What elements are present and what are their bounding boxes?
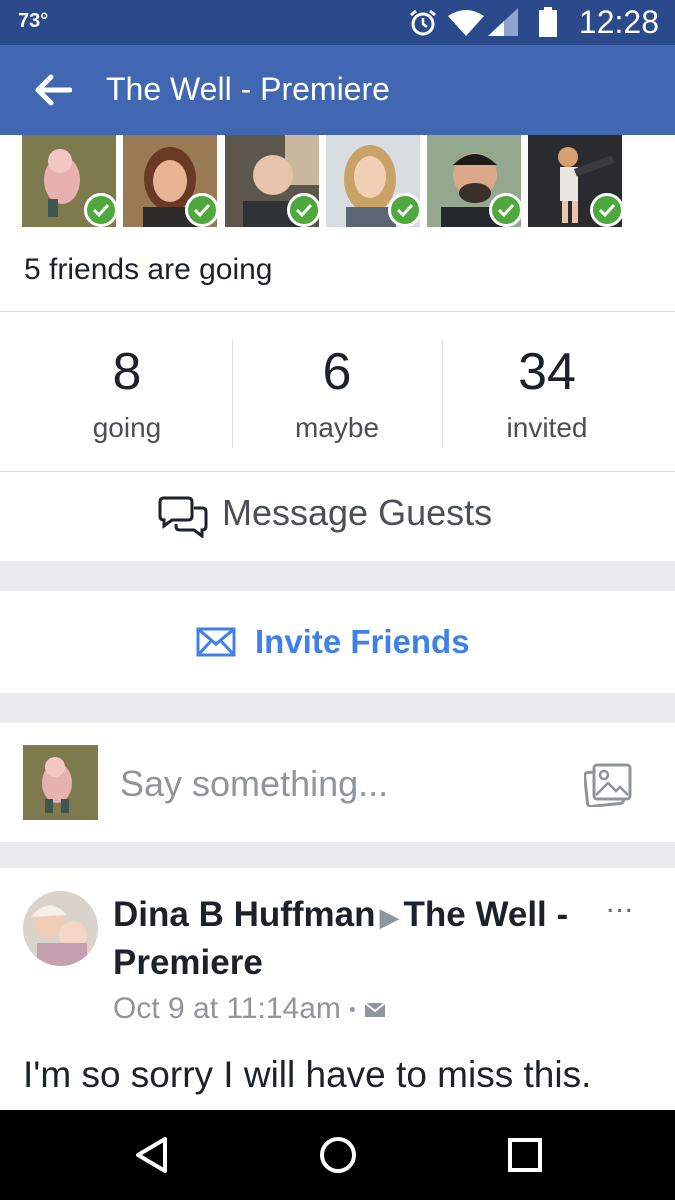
friend-avatar-5[interactable]: [427, 135, 521, 227]
maybe-count: 6: [322, 343, 352, 401]
wifi-icon: [448, 10, 484, 36]
app-bar: The Well - Premiere: [0, 45, 675, 135]
friends-going-text[interactable]: 5 friends are going: [24, 253, 273, 287]
friend-avatar-4[interactable]: [326, 135, 420, 227]
post-composer[interactable]: Say something...: [0, 723, 675, 842]
envelope-icon: [364, 1002, 386, 1018]
chat-bubbles-icon: [158, 496, 208, 538]
status-bar: 73° 12:28: [0, 0, 675, 45]
going-check-icon: [185, 193, 217, 227]
meta-separator: •: [349, 999, 356, 1020]
friend-avatar-2[interactable]: [123, 135, 217, 227]
invite-friends-label: Invite Friends: [255, 623, 470, 660]
say-something-input[interactable]: Say something...: [120, 763, 388, 805]
going-label: going: [92, 412, 162, 443]
envelope-icon: [196, 627, 236, 657]
post-meta: Oct 9 at 11:14am •: [113, 992, 386, 1026]
stat-going[interactable]: 8 going: [22, 312, 232, 472]
friends-going-section: 5 friends are going: [0, 135, 675, 311]
author-avatar[interactable]: [23, 891, 98, 966]
arrow-left-icon[interactable]: [34, 73, 72, 107]
page-title: The Well - Premiere: [106, 71, 390, 107]
going-check-icon: [489, 193, 521, 227]
invited-count: 34: [518, 343, 576, 401]
photo-icon[interactable]: [584, 763, 632, 807]
post-header: Dina B Huffman ▶ The Well - Premiere: [113, 892, 593, 986]
back-triangle-icon[interactable]: [133, 1135, 169, 1175]
home-circle-icon[interactable]: [318, 1135, 358, 1175]
more-options-icon[interactable]: ...: [606, 886, 634, 920]
user-avatar: [23, 745, 98, 820]
invite-friends-button[interactable]: Invite Friends: [0, 591, 675, 693]
stat-invited[interactable]: 34 invited: [442, 312, 652, 472]
going-check-icon: [388, 193, 420, 227]
invited-label: invited: [506, 412, 588, 443]
going-check-icon: [287, 193, 319, 227]
friend-avatar-3[interactable]: [225, 135, 319, 227]
alarm-icon: [410, 9, 436, 36]
signal-icon: [488, 8, 518, 36]
friend-avatar-1[interactable]: [22, 135, 116, 227]
message-guests-button[interactable]: Message Guests: [0, 471, 675, 561]
friend-avatar-6[interactable]: [528, 135, 622, 227]
feed-post: Dina B Huffman ▶ The Well - Premiere Oct 9…: [0, 868, 675, 1110]
arrow-right-icon: ▶: [379, 902, 400, 932]
stat-maybe[interactable]: 6 maybe: [232, 312, 442, 472]
guest-stats: 8 going 6 maybe 34 invited: [0, 311, 675, 471]
going-count: 8: [112, 343, 142, 401]
going-check-icon: [84, 193, 116, 227]
battery-icon: [539, 7, 557, 37]
clock: 12:28: [578, 4, 659, 40]
author-name[interactable]: Dina B Huffman: [113, 895, 376, 934]
post-body: I'm so sorry I will have to miss this.: [23, 1054, 592, 1095]
post-timestamp[interactable]: Oct 9 at 11:14am: [113, 992, 341, 1025]
message-guests-label: Message Guests: [222, 492, 493, 533]
system-nav-bar: [0, 1110, 675, 1200]
recents-square-icon[interactable]: [507, 1137, 543, 1173]
temperature: 73°: [18, 10, 49, 32]
maybe-label: maybe: [294, 412, 380, 443]
going-check-icon: [590, 193, 622, 227]
